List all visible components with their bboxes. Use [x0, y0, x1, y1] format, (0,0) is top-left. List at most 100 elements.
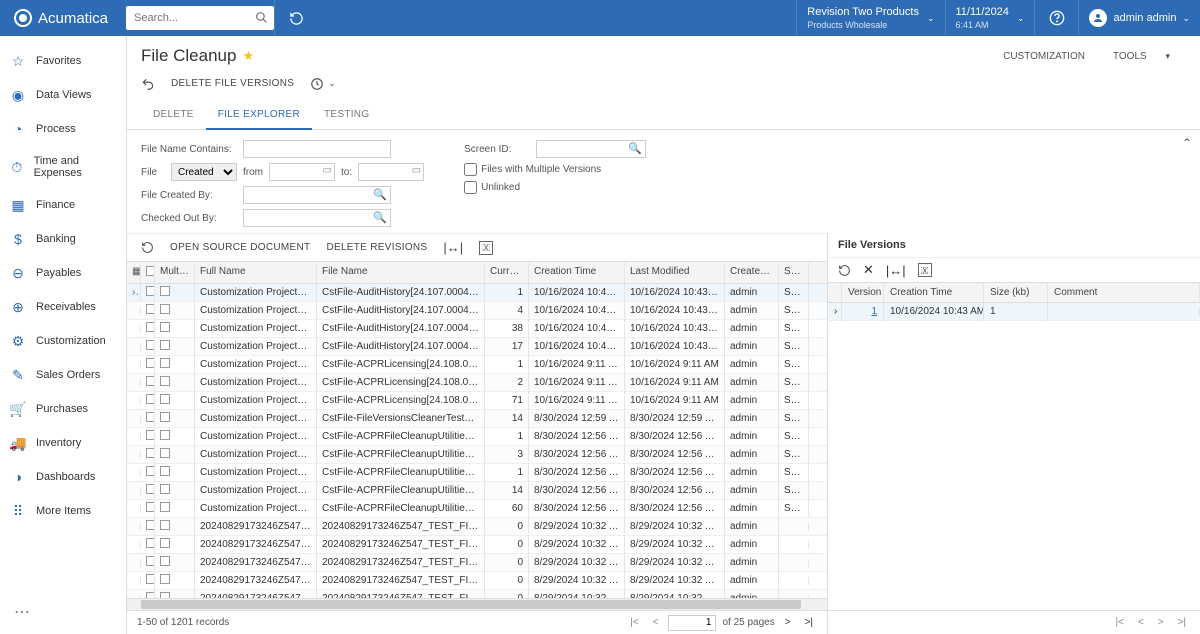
- table-row[interactable]: Customization Projects (8b54... CstFile-…: [127, 482, 827, 500]
- table-row[interactable]: Customization Projects (a840... CstFile-…: [127, 500, 827, 518]
- user-menu[interactable]: admin admin ⌄: [1078, 0, 1200, 36]
- refresh-versions-button[interactable]: [838, 264, 851, 277]
- prev-page-button[interactable]: <: [1134, 617, 1148, 628]
- first-page-button[interactable]: |<: [626, 617, 642, 628]
- table-row[interactable]: Customization Projects (0126... CstFile-…: [127, 464, 827, 482]
- file-created-by-input[interactable]: [243, 186, 391, 204]
- sidebar-item-inventory[interactable]: 🚚Inventory: [0, 426, 126, 460]
- row-indicator[interactable]: [127, 505, 141, 513]
- sidebar-item-dashboards[interactable]: ◑Dashboards: [0, 460, 126, 494]
- sidebar-item-favorites[interactable]: ☆Favorites: [0, 44, 126, 78]
- row-indicator[interactable]: [127, 379, 141, 387]
- unlinked-checkbox[interactable]: [464, 181, 477, 194]
- col-full-name[interactable]: Full Name: [195, 262, 317, 283]
- row-indicator[interactable]: [127, 433, 141, 441]
- row-indicator[interactable]: [127, 523, 141, 531]
- col-version-size[interactable]: Size (kb): [984, 283, 1048, 302]
- col-creation-time[interactable]: Creation Time: [529, 262, 625, 283]
- sidebar-item-payables[interactable]: ⊖Payables: [0, 256, 126, 290]
- row-indicator[interactable]: [127, 361, 141, 369]
- table-row[interactable]: Customization Projects (bef3... CstFile-…: [127, 356, 827, 374]
- next-page-button[interactable]: >: [781, 617, 795, 628]
- row-indicator[interactable]: [127, 451, 141, 459]
- tools-menu[interactable]: TOOLS ▾: [1097, 47, 1186, 66]
- sidebar-item-customization[interactable]: ⚙Customization: [0, 324, 126, 358]
- tenant-selector[interactable]: Revision Two Products Products Wholesale…: [796, 0, 944, 36]
- row-indicator[interactable]: ›: [127, 284, 141, 302]
- search-input[interactable]: [126, 6, 274, 30]
- sidebar-item-more-items[interactable]: ⠿More Items: [0, 494, 126, 528]
- row-indicator[interactable]: [127, 469, 141, 477]
- next-page-button[interactable]: >: [1154, 617, 1168, 628]
- delete-version-button[interactable]: ✕: [863, 262, 874, 278]
- sidebar-item-data-views[interactable]: ◉Data Views: [0, 78, 126, 112]
- col-version-comment[interactable]: Comment: [1048, 283, 1200, 302]
- fit-columns-button[interactable]: |↔|: [886, 263, 906, 278]
- table-row[interactable]: › Customization Projects (5679... CstFil…: [127, 284, 827, 302]
- table-row[interactable]: Customization Projects (ff69c... CstFile…: [127, 410, 827, 428]
- last-page-button[interactable]: >|: [801, 617, 817, 628]
- cell-version[interactable]: 1: [842, 303, 884, 321]
- table-row[interactable]: 20240829173246Z547_TEST... 2024082917324…: [127, 536, 827, 554]
- date-selector[interactable]: 11/11/2024 6:41 AM ⌄: [945, 0, 1035, 36]
- last-page-button[interactable]: >|: [1174, 617, 1190, 628]
- page-input[interactable]: [668, 615, 716, 631]
- col-multiple-versions[interactable]: Multiple Version: [155, 262, 195, 283]
- table-row[interactable]: Customization Projects (4ed2... CstFile-…: [127, 428, 827, 446]
- row-indicator[interactable]: [127, 325, 141, 333]
- col-last-modified[interactable]: Last Modified: [625, 262, 725, 283]
- checked-out-by-input[interactable]: [243, 209, 391, 227]
- table-row[interactable]: 20240829173246Z547_TEST... 2024082917324…: [127, 572, 827, 590]
- tab-file-explorer[interactable]: FILE EXPLORER: [206, 101, 312, 130]
- sidebar-item-process[interactable]: ◔Process: [0, 112, 126, 146]
- sidebar-item-time-and-expenses[interactable]: ⏱Time and Expenses: [0, 146, 126, 188]
- col-screen-id[interactable]: Scree ID: [779, 262, 809, 283]
- checkbox-col[interactable]: [141, 262, 155, 283]
- customization-link[interactable]: CUSTOMIZATION: [995, 47, 1093, 66]
- more-items-ellipsis[interactable]: ⋯: [4, 596, 41, 628]
- row-indicator[interactable]: ›: [828, 303, 842, 321]
- row-indicator[interactable]: [127, 307, 141, 315]
- sidebar-item-finance[interactable]: ▦Finance: [0, 188, 126, 222]
- export-versions-button[interactable]: 🇽: [918, 263, 932, 277]
- search-icon[interactable]: 🔍: [628, 142, 642, 155]
- table-row[interactable]: Customization Projects (9cad... CstFile-…: [127, 392, 827, 410]
- row-indicator[interactable]: [127, 343, 141, 351]
- help-button[interactable]: [1034, 0, 1078, 36]
- col-file-name[interactable]: File Name: [317, 262, 485, 283]
- open-source-document-button[interactable]: OPEN SOURCE DOCUMENT: [170, 242, 310, 253]
- file-name-contains-input[interactable]: [243, 140, 391, 158]
- col-version-creation-time[interactable]: Creation Time: [884, 283, 984, 302]
- fit-columns-button[interactable]: |↔|: [443, 240, 463, 255]
- undo-button[interactable]: [141, 77, 155, 91]
- version-row[interactable]: › 1 10/16/2024 10:43 AM 1: [828, 303, 1200, 321]
- tab-testing[interactable]: TESTING: [312, 101, 381, 129]
- sidebar-item-receivables[interactable]: ⊕Receivables: [0, 290, 126, 324]
- table-row[interactable]: Customization Projects (8b3c... CstFile-…: [127, 302, 827, 320]
- search-icon[interactable]: [255, 11, 268, 24]
- table-row[interactable]: Customization Projects (7a8f... CstFile-…: [127, 320, 827, 338]
- brand-logo[interactable]: Acumatica: [0, 9, 122, 27]
- delete-file-versions-button[interactable]: DELETE FILE VERSIONS: [169, 74, 296, 93]
- col-created-by[interactable]: Created By: [725, 262, 779, 283]
- table-row[interactable]: Customization Projects (0d3f... CstFile-…: [127, 374, 827, 392]
- row-indicator[interactable]: [127, 397, 141, 405]
- refresh-grid-button[interactable]: [141, 241, 154, 254]
- row-indicator[interactable]: [127, 541, 141, 549]
- col-version[interactable]: Version: [842, 283, 884, 302]
- file-filter-select[interactable]: Created: [171, 163, 237, 181]
- prev-page-button[interactable]: <: [649, 617, 663, 628]
- row-indicator[interactable]: [127, 559, 141, 567]
- favorite-star-icon[interactable]: ★: [242, 48, 254, 64]
- collapse-filter-icon[interactable]: ⌃: [1182, 136, 1192, 150]
- first-page-button[interactable]: |<: [1111, 617, 1127, 628]
- row-indicator[interactable]: [127, 415, 141, 423]
- table-row[interactable]: 20240829173246Z547_TEST... 2024082917324…: [127, 518, 827, 536]
- export-button[interactable]: 🇽: [479, 241, 493, 255]
- schedule-button[interactable]: [310, 77, 324, 91]
- sidebar-item-banking[interactable]: $Banking: [0, 222, 126, 256]
- horizontal-scrollbar[interactable]: [127, 598, 827, 610]
- row-indicator[interactable]: [127, 577, 141, 585]
- tab-delete[interactable]: DELETE: [141, 101, 206, 129]
- multiple-versions-checkbox[interactable]: [464, 163, 477, 176]
